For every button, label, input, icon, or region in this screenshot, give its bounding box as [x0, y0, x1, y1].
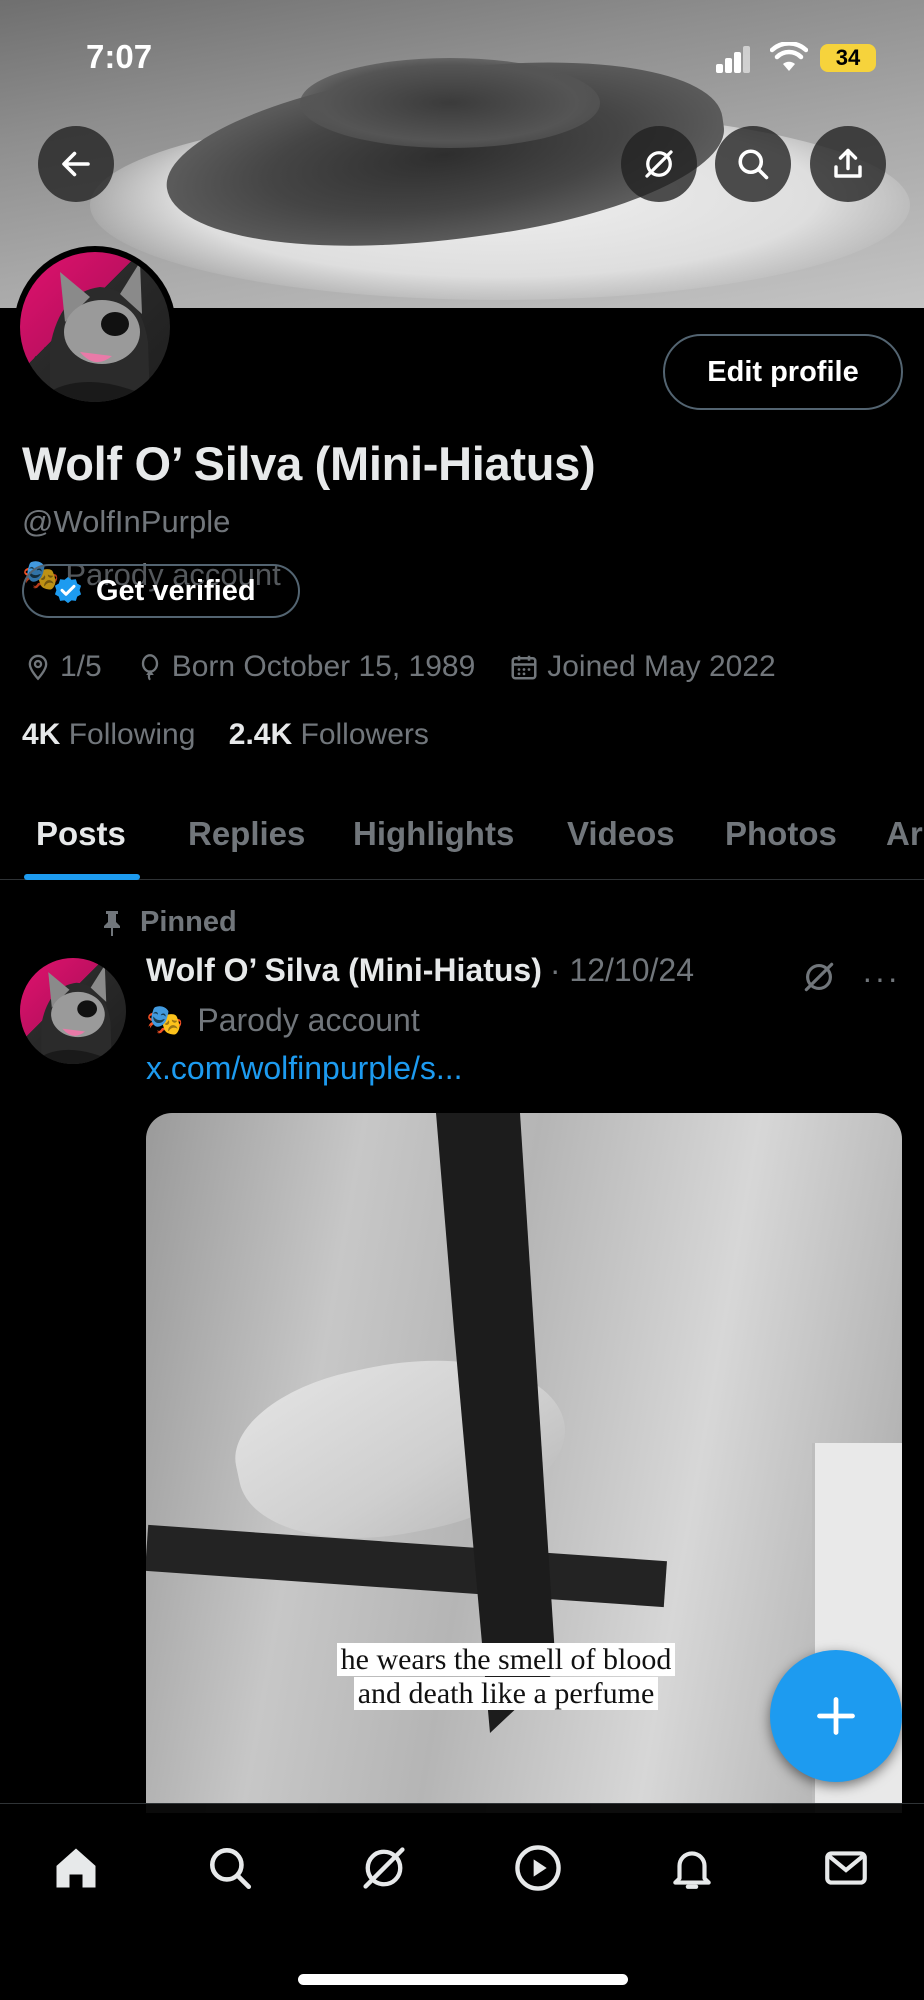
wolf-avatar-art-small — [30, 965, 119, 1064]
nav-messages[interactable] — [816, 1838, 876, 1898]
verified-badge-icon — [54, 577, 82, 604]
media-belt — [146, 1524, 667, 1608]
grok-button[interactable] — [621, 126, 697, 202]
bottom-navigation — [0, 1803, 924, 2000]
post-header: Wolf O’ Silva (Mini-Hiatus) · 12/10/24 — [146, 952, 694, 989]
pin-icon — [104, 910, 120, 936]
tab-posts[interactable]: Posts — [36, 788, 126, 880]
arrow-left-icon — [62, 151, 90, 177]
compose-button[interactable] — [770, 1650, 902, 1782]
nav-notifications[interactable] — [662, 1838, 722, 1898]
active-tab-indicator — [24, 874, 140, 880]
avatar-image — [20, 252, 170, 402]
profile-tabs: Posts Replies Highlights Videos Photos A… — [0, 788, 924, 880]
more-options-icon[interactable]: ··· — [862, 960, 900, 997]
signal-icon — [716, 45, 752, 73]
status-bar: 7:07 34 — [0, 0, 924, 110]
nav-search[interactable] — [200, 1838, 260, 1898]
joined-item: Joined May 2022 — [509, 650, 776, 684]
battery-indicator: 34 — [820, 44, 876, 72]
location-item: 1/5 — [24, 650, 102, 684]
following-label: Following — [68, 718, 196, 751]
get-verified-button[interactable]: Get verified — [22, 564, 300, 618]
play-icon — [515, 1845, 561, 1891]
tab-highlights[interactable]: Highlights — [353, 788, 514, 880]
post-parody-text: Parody account — [197, 1002, 420, 1038]
plus-icon — [817, 1697, 855, 1735]
grok-icon — [645, 150, 673, 178]
get-verified-label: Get verified — [96, 574, 256, 607]
following-link[interactable]: 4K Following — [22, 718, 195, 751]
birthday-text: Born October 15, 1989 — [171, 650, 476, 683]
post-parody-label: 🎭 Parody account — [146, 1002, 420, 1039]
bell-icon — [673, 1851, 711, 1889]
post-author-avatar[interactable] — [20, 958, 126, 1064]
location-text: 1/5 — [60, 650, 102, 683]
caption-line-1: he wears the smell of blood — [336, 1643, 676, 1676]
profile-handle: @WolfInPurple — [22, 504, 231, 539]
home-indicator — [298, 1974, 628, 1985]
grok-icon — [363, 1847, 405, 1889]
following-count: 4K — [22, 718, 61, 751]
search-icon — [738, 149, 769, 180]
edit-profile-button[interactable]: Edit profile — [663, 334, 903, 410]
balloon-icon — [141, 654, 158, 681]
share-button[interactable] — [810, 126, 886, 202]
nav-home[interactable] — [46, 1838, 106, 1898]
mail-icon — [825, 1851, 867, 1885]
calendar-icon — [511, 655, 537, 680]
joined-text: Joined May 2022 — [547, 650, 776, 683]
tab-videos[interactable]: Videos — [567, 788, 675, 880]
status-time: 7:07 — [86, 38, 153, 75]
search-icon — [210, 1848, 252, 1890]
follow-stats: 4K Following 2.4K Followers — [22, 718, 429, 752]
profile-avatar[interactable] — [14, 246, 176, 408]
profile-meta: 1/5 Born October 15, 1989 Joined May 202… — [24, 650, 810, 684]
home-icon — [56, 1848, 96, 1888]
followers-count: 2.4K — [228, 718, 293, 751]
followers-label: Followers — [300, 718, 429, 751]
post-link[interactable]: x.com/wolfinpurple/s... — [146, 1050, 463, 1087]
followers-link[interactable]: 2.4K Followers — [229, 718, 429, 751]
pinned-indicator: Pinned — [100, 906, 237, 939]
post-date[interactable]: · 12/10/24 — [550, 952, 694, 989]
search-button[interactable] — [715, 126, 791, 202]
nav-videos[interactable] — [508, 1838, 568, 1898]
nav-grok[interactable] — [354, 1838, 414, 1898]
wifi-icon — [770, 42, 808, 71]
mask-icon: 🎭 — [146, 1004, 184, 1037]
tab-articles[interactable]: Ar — [886, 788, 923, 880]
profile-name: Wolf O’ Silva (Mini-Hiatus) — [22, 437, 596, 490]
location-pin-icon — [28, 654, 48, 681]
birthday-item: Born October 15, 1989 — [136, 650, 476, 684]
back-button[interactable] — [38, 126, 114, 202]
pinned-label: Pinned — [140, 906, 237, 938]
tab-replies[interactable]: Replies — [188, 788, 305, 880]
post-author-name[interactable]: Wolf O’ Silva (Mini-Hiatus) — [146, 952, 542, 989]
share-icon — [834, 148, 862, 178]
grok-icon[interactable] — [800, 958, 838, 996]
media-caption: he wears the smell of blood and death li… — [296, 1643, 716, 1711]
wolf-avatar-art — [35, 262, 160, 402]
tab-photos[interactable]: Photos — [725, 788, 837, 880]
caption-line-2: and death like a perfume — [353, 1677, 659, 1710]
